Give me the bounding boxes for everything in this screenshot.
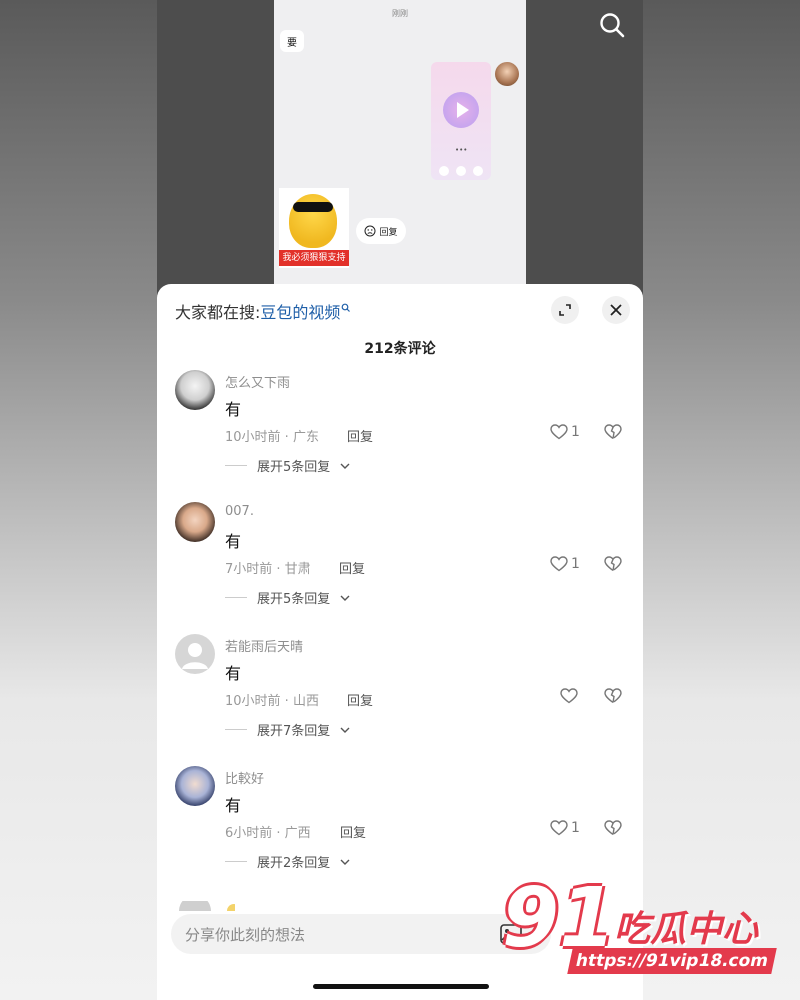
- expand-replies[interactable]: 展开5条回复: [225, 588, 350, 607]
- reply-chip: 回复: [356, 218, 406, 244]
- comment-meta: 10小时前 · 广东: [225, 430, 319, 445]
- dislike-button[interactable]: [604, 688, 622, 708]
- sad-face-icon: [364, 225, 376, 237]
- search-button[interactable]: [597, 10, 627, 40]
- trending-search[interactable]: 大家都在搜: 豆包的视频: [175, 298, 351, 324]
- phone-screen: 刚刚 要 ••• 我必须狠狠支持 回复 大家都在搜: 豆包的视频 212条评论 …: [157, 0, 643, 1000]
- broken-heart-icon: [604, 424, 622, 440]
- like-button[interactable]: 1: [550, 820, 580, 836]
- expand-replies[interactable]: 展开5条回复: [225, 456, 350, 475]
- comment-author[interactable]: 007.: [225, 504, 254, 519]
- chevron-down-icon: [340, 595, 350, 601]
- broken-heart-icon: [604, 688, 622, 704]
- watermark-brand: 吃瓜中心: [614, 909, 759, 950]
- reply-button[interactable]: 回复: [347, 426, 373, 445]
- duck-sticker: 我必须狠狠支持: [279, 188, 349, 268]
- dislike-button[interactable]: [604, 820, 622, 840]
- home-indicator: [313, 984, 489, 989]
- expand-replies[interactable]: 展开2条回复: [225, 852, 350, 871]
- trending-link[interactable]: 豆包的视频: [260, 299, 340, 323]
- dislike-button[interactable]: [604, 556, 622, 576]
- sunglasses-icon: [293, 202, 333, 212]
- divider: [225, 729, 247, 730]
- search-icon: [600, 13, 625, 38]
- like-count: 1: [571, 820, 580, 836]
- more-icon: •••: [455, 146, 468, 154]
- expand-replies-label: 展开5条回复: [257, 592, 331, 607]
- camera-icon: [473, 166, 483, 176]
- divider: [225, 597, 247, 598]
- expand-button[interactable]: [551, 296, 579, 324]
- comment-item: 若能雨后天晴 有 10小时前 · 山西 回复 展开7条回复: [157, 634, 643, 766]
- avatar[interactable]: [175, 766, 215, 806]
- chevron-down-icon: [340, 727, 350, 733]
- comment-meta: 7小时前 · 甘肃: [225, 562, 311, 577]
- close-icon: [456, 166, 466, 176]
- chat-time: 刚刚: [392, 9, 408, 18]
- reply-chip-label: 回复: [379, 227, 398, 238]
- comment-meta: 6小时前 · 广西: [225, 826, 311, 841]
- watermark-url: https://91vip18.com: [567, 948, 777, 974]
- broken-heart-icon: [604, 556, 622, 572]
- comment-text: 有: [225, 400, 242, 419]
- chevron-down-icon: [340, 859, 350, 865]
- chat-screenshot: 刚刚 要 ••• 我必须狠狠支持 回复: [274, 0, 526, 290]
- expand-replies[interactable]: 展开7条回复: [225, 720, 350, 739]
- close-icon: [610, 304, 622, 316]
- expand-replies-label: 展开2条回复: [257, 856, 331, 871]
- search-icon: [342, 303, 351, 312]
- watermark: 91 吃瓜中心 https://91vip18.com: [502, 874, 792, 984]
- broken-heart-icon: [604, 820, 622, 836]
- video-player[interactable]: 刚刚 要 ••• 我必须狠狠支持 回复: [157, 0, 643, 290]
- comment-text: 有: [225, 532, 242, 551]
- comment-author[interactable]: 若能雨后天晴: [225, 636, 303, 655]
- close-button[interactable]: [602, 296, 630, 324]
- comment-input-placeholder: 分享你此刻的想法: [185, 925, 306, 944]
- reply-button[interactable]: 回复: [339, 558, 365, 577]
- like-button[interactable]: [560, 688, 581, 704]
- heart-icon: [550, 556, 568, 572]
- avatar[interactable]: [175, 502, 215, 542]
- reply-button[interactable]: 回复: [347, 690, 373, 709]
- heart-icon: [560, 688, 578, 704]
- comment-item: 怎么又下雨 有 10小时前 · 广东 回复 1 展开5条回复: [157, 370, 643, 502]
- comment-item: 007. 有 7小时前 · 甘肃 回复 1 展开5条回复: [157, 502, 643, 634]
- heart-icon: [550, 820, 568, 836]
- reply-button[interactable]: 回复: [340, 822, 366, 841]
- comment-text: 有: [225, 796, 242, 815]
- comment-author[interactable]: 怎么又下雨: [225, 372, 290, 391]
- trending-prefix: 大家都在搜:: [175, 303, 261, 322]
- chat-bubble: 要: [280, 30, 304, 52]
- like-count: 1: [571, 424, 580, 440]
- like-button[interactable]: 1: [550, 556, 580, 572]
- music-card: •••: [431, 62, 491, 180]
- emoji-icon: [179, 895, 241, 911]
- divider: [225, 465, 247, 466]
- comment-count: 212条评论: [364, 341, 436, 357]
- heart-icon: [550, 424, 568, 440]
- sticker-label: 我必须狠狠支持: [279, 250, 349, 266]
- next-comment-peek: [175, 895, 241, 911]
- dislike-button[interactable]: [604, 424, 622, 444]
- mic-icon: [439, 166, 449, 176]
- avatar[interactable]: [175, 634, 215, 674]
- play-icon: [443, 92, 479, 128]
- comment-text: 有: [225, 664, 242, 683]
- like-count: 1: [571, 556, 580, 572]
- comment-input[interactable]: 分享你此刻的想法: [171, 914, 551, 954]
- expand-replies-label: 展开5条回复: [257, 460, 331, 475]
- avatar: [495, 62, 519, 86]
- expand-replies-label: 展开7条回复: [257, 724, 331, 739]
- avatar[interactable]: [175, 370, 215, 410]
- comment-meta: 10小时前 · 山西: [225, 694, 319, 709]
- default-avatar-icon: [182, 643, 208, 669]
- chevron-down-icon: [340, 463, 350, 469]
- like-button[interactable]: 1: [550, 424, 580, 440]
- divider: [225, 861, 247, 862]
- expand-icon: [559, 304, 571, 316]
- comment-author[interactable]: 比較好: [225, 768, 264, 787]
